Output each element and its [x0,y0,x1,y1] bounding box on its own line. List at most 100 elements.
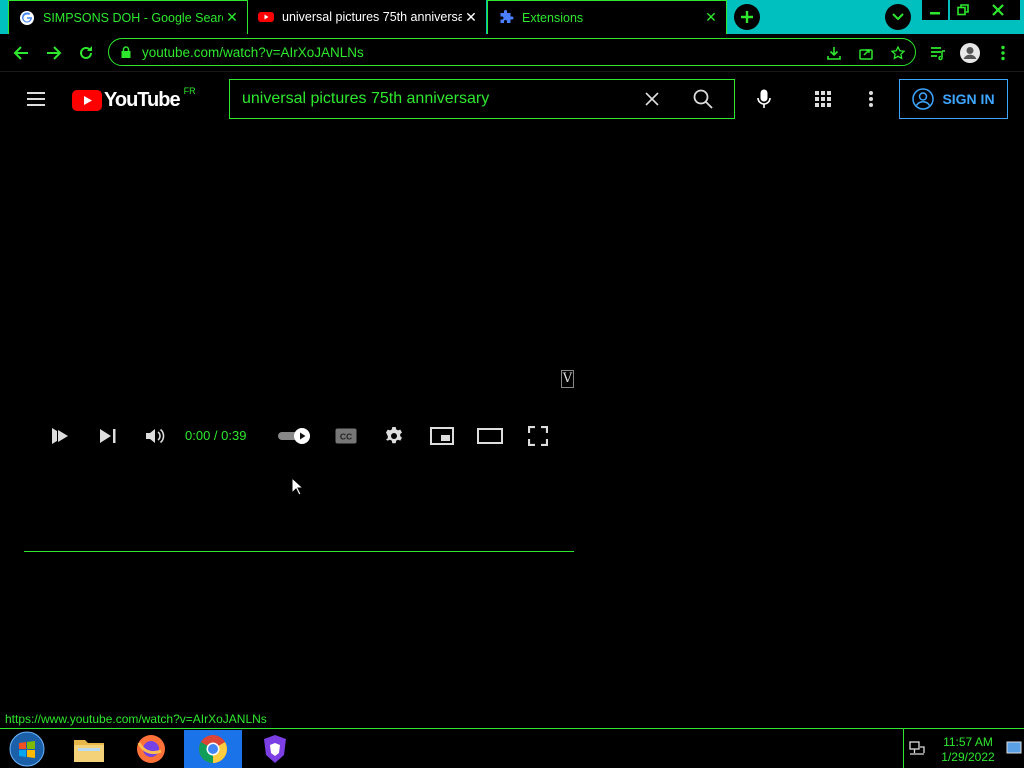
url-text: youtube.com/watch?v=AIrXoJANLNs [142,45,364,60]
hamburger-menu-icon[interactable] [24,87,48,111]
avatar-icon [960,43,980,63]
youtube-header: YouTube FR SIGN IN [0,72,1024,126]
lock-icon [121,46,131,58]
logo-text: YouTube [104,88,181,111]
search-input[interactable] [242,80,637,118]
clear-search-icon[interactable] [644,91,660,107]
new-tab-button[interactable] [734,4,760,30]
progress-bar[interactable] [24,551,574,552]
tab-search-button[interactable] [885,4,911,30]
profile-button[interactable] [959,42,981,64]
browser-toolbar: youtube.com/watch?v=AIrXoJANLNs [0,34,1024,72]
taskbar-chrome[interactable] [184,730,242,768]
reading-list-button[interactable] [927,42,949,64]
skip-next-icon [100,429,116,443]
google-icon [20,10,34,25]
show-desktop-icon [1006,741,1022,754]
fullscreen-button[interactable] [526,424,550,448]
theater-mode-button[interactable] [476,424,504,448]
chrome-icon [199,735,227,763]
back-button[interactable] [10,42,32,64]
playlist-icon [931,47,945,61]
settings-kebab-icon[interactable] [859,87,883,111]
region-code: FR [183,86,196,96]
clock-time: 11:57 AM [943,735,993,749]
search-icon [693,89,713,109]
tab-title: Extensions [522,10,584,25]
apps-grid-icon[interactable] [811,87,835,111]
youtube-icon [258,12,274,22]
search-box [229,79,672,119]
settings-button[interactable] [382,424,406,448]
tab-youtube[interactable]: universal pictures 75th anniversary ✕ [248,0,486,34]
tab-close-icon[interactable]: ✕ [462,9,480,26]
sign-in-button[interactable]: SIGN IN [899,79,1008,119]
gear-icon [386,427,402,444]
close-icon [992,4,1004,16]
browser-menu-button[interactable] [992,42,1014,64]
fullscreen-icon [528,426,548,446]
channel-watermark[interactable]: V [561,370,574,388]
reload-button[interactable] [75,42,97,64]
install-icon[interactable] [825,44,843,62]
brave-icon [264,735,286,763]
autoplay-toggle-icon [278,428,310,444]
youtube-logo-icon [72,89,102,111]
taskbar: 11:57 AM 1/29/2022 [0,728,1024,768]
tab-close-icon[interactable]: ✕ [223,9,241,26]
address-bar[interactable]: youtube.com/watch?v=AIrXoJANLNs [108,38,916,66]
time-display: 0:00 / 0:39 [185,428,247,443]
clock-date: 1/29/2022 [941,750,995,764]
restore-icon [957,4,969,16]
tab-title: SIMPSONS DOH - Google Search [43,10,223,25]
miniplayer-icon [430,427,454,445]
plus-icon [741,11,753,23]
taskbar-brave[interactable] [248,730,302,768]
captions-button[interactable]: CC [333,424,359,448]
folder-icon [74,740,104,762]
youtube-logo[interactable]: YouTube FR [72,86,196,112]
tab-extensions[interactable]: Extensions ✕ [487,0,727,34]
minimize-button[interactable] [922,0,948,20]
tab-close-icon[interactable]: ✕ [702,9,720,26]
closed-captions-icon: CC [335,428,357,444]
tab-strip: SIMPSONS DOH - Google Search ✕ universal… [0,0,1024,34]
tray-divider [903,729,904,768]
taskbar-file-explorer[interactable] [62,730,116,768]
show-desktop-button[interactable] [1006,739,1022,757]
tab-google-search[interactable]: SIMPSONS DOH - Google Search ✕ [8,0,248,34]
svg-text:CC: CC [340,432,352,442]
chevron-down-icon [892,13,904,21]
sign-in-label: SIGN IN [942,91,995,107]
reload-icon [80,46,92,59]
puzzle-icon [500,9,514,23]
start-button[interactable] [4,730,50,768]
play-pause-icon [52,428,68,444]
kebab-menu-icon [1001,45,1005,61]
windows-start-orb-icon [9,731,45,767]
forward-button[interactable] [43,42,65,64]
video-player[interactable]: V 0:00 / 0:39 CC [24,126,574,552]
minimize-icon [930,12,940,15]
play-button[interactable] [48,424,72,448]
mouse-cursor-icon [291,477,303,496]
network-icon[interactable] [908,739,926,757]
taskbar-firefox[interactable] [124,730,178,768]
system-clock[interactable]: 11:57 AM 1/29/2022 [930,735,1006,765]
firefox-icon [137,735,165,763]
link-status-url: https://www.youtube.com/watch?v=AIrXoJAN… [0,710,273,728]
share-icon[interactable] [857,44,875,62]
autoplay-toggle[interactable] [276,424,312,448]
next-button[interactable] [96,424,120,448]
theater-mode-icon [477,428,503,444]
restore-button[interactable] [950,0,976,20]
mute-button[interactable] [143,424,167,448]
close-window-button[interactable] [976,0,1020,20]
arrow-right-icon [47,46,62,60]
microphone-icon[interactable] [752,87,776,111]
search-button[interactable] [671,79,735,119]
miniplayer-button[interactable] [429,424,455,448]
arrow-left-icon [13,46,28,60]
tab-title: universal pictures 75th anniversary [282,10,462,24]
bookmark-star-icon[interactable] [889,44,907,62]
